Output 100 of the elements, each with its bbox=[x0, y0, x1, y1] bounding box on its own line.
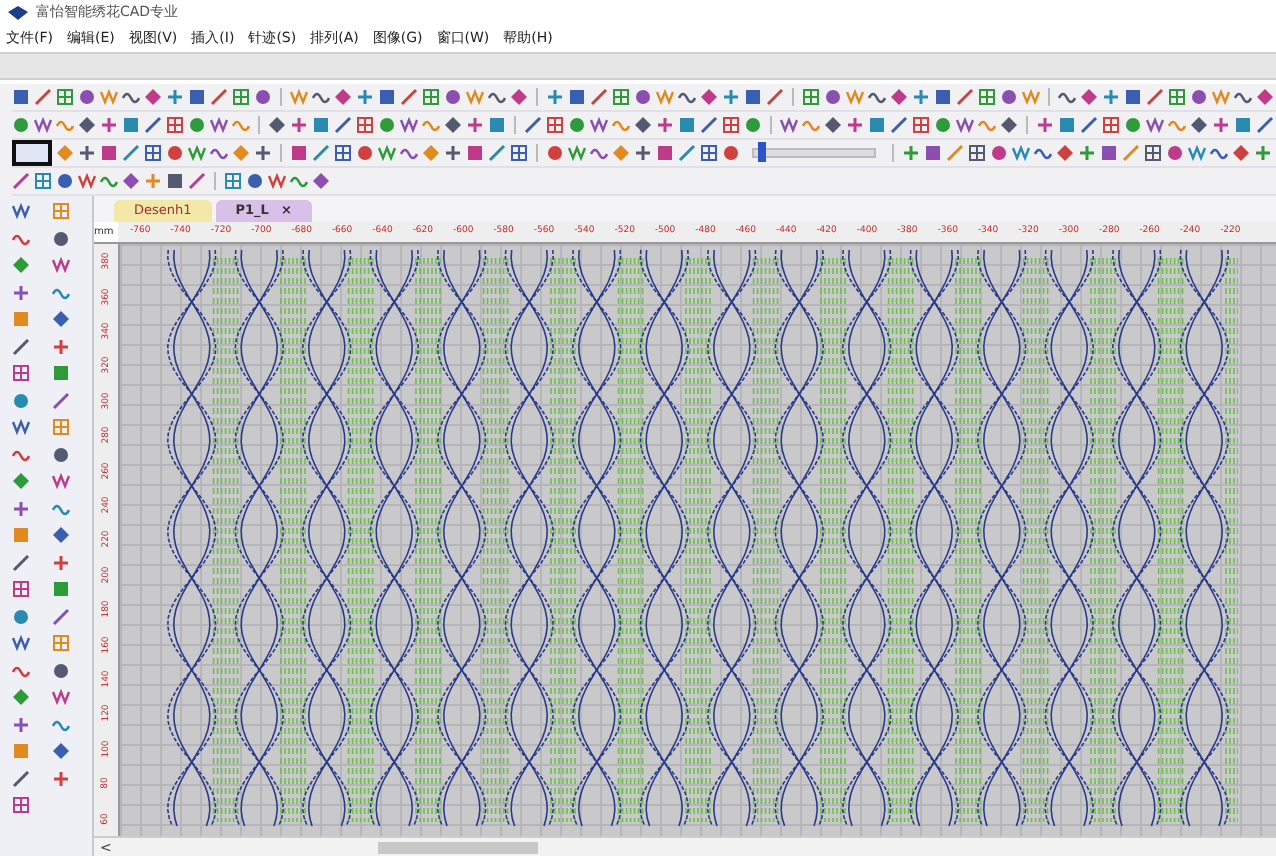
square-icon[interactable] bbox=[488, 116, 506, 134]
grid-icon[interactable] bbox=[166, 116, 184, 134]
wave-icon[interactable] bbox=[51, 283, 69, 301]
line-icon[interactable] bbox=[488, 144, 506, 162]
wave-icon[interactable] bbox=[100, 172, 118, 190]
cross-icon[interactable] bbox=[444, 144, 462, 162]
cross-icon[interactable] bbox=[1078, 144, 1096, 162]
circle-icon[interactable] bbox=[1124, 116, 1142, 134]
zigzag-icon[interactable] bbox=[34, 116, 52, 134]
grid-icon[interactable] bbox=[11, 796, 29, 814]
cross-icon[interactable] bbox=[1254, 144, 1272, 162]
square-icon[interactable] bbox=[1234, 116, 1252, 134]
square-icon[interactable] bbox=[934, 88, 952, 106]
grid-icon[interactable] bbox=[224, 172, 242, 190]
zigzag-icon[interactable] bbox=[51, 256, 69, 274]
square-icon[interactable] bbox=[678, 116, 696, 134]
circle-icon[interactable] bbox=[11, 607, 29, 625]
circle-icon[interactable] bbox=[188, 116, 206, 134]
cross-icon[interactable] bbox=[11, 283, 29, 301]
line-icon[interactable] bbox=[11, 553, 29, 571]
line-icon[interactable] bbox=[122, 144, 140, 162]
diamond-icon[interactable] bbox=[1056, 144, 1074, 162]
zigzag-icon[interactable] bbox=[1022, 88, 1040, 106]
cross-icon[interactable] bbox=[722, 88, 740, 106]
zigzag-icon[interactable] bbox=[78, 172, 96, 190]
cross-icon[interactable] bbox=[356, 88, 374, 106]
diamond-icon[interactable] bbox=[510, 88, 528, 106]
line-icon[interactable] bbox=[766, 88, 784, 106]
diamond-icon[interactable] bbox=[312, 172, 330, 190]
slider-thumb[interactable] bbox=[758, 142, 767, 162]
grid-icon[interactable] bbox=[56, 88, 74, 106]
wave-icon[interactable] bbox=[1034, 144, 1052, 162]
grid-icon[interactable] bbox=[34, 172, 52, 190]
grid-icon[interactable] bbox=[144, 144, 162, 162]
square-icon[interactable] bbox=[51, 580, 69, 598]
square-icon[interactable] bbox=[290, 144, 308, 162]
circle-icon[interactable] bbox=[546, 144, 564, 162]
zigzag-icon[interactable] bbox=[11, 634, 29, 652]
diamond-icon[interactable] bbox=[890, 88, 908, 106]
square-icon[interactable] bbox=[378, 88, 396, 106]
grid-icon[interactable] bbox=[334, 144, 352, 162]
cross-icon[interactable] bbox=[11, 715, 29, 733]
zigzag-icon[interactable] bbox=[51, 688, 69, 706]
cross-icon[interactable] bbox=[1212, 116, 1230, 134]
diamond-icon[interactable] bbox=[51, 526, 69, 544]
grid-icon[interactable] bbox=[612, 88, 630, 106]
square-icon[interactable] bbox=[312, 116, 330, 134]
line-icon[interactable] bbox=[524, 116, 542, 134]
circle-icon[interactable] bbox=[78, 88, 96, 106]
circle-icon[interactable] bbox=[51, 661, 69, 679]
cross-icon[interactable] bbox=[100, 116, 118, 134]
cross-icon[interactable] bbox=[546, 88, 564, 106]
square-icon[interactable] bbox=[1100, 144, 1118, 162]
square-icon[interactable] bbox=[868, 116, 886, 134]
grid-icon[interactable] bbox=[978, 88, 996, 106]
line-icon[interactable] bbox=[678, 144, 696, 162]
line-icon[interactable] bbox=[700, 116, 718, 134]
circle-icon[interactable] bbox=[356, 144, 374, 162]
cross-icon[interactable] bbox=[466, 116, 484, 134]
zigzag-icon[interactable] bbox=[780, 116, 798, 134]
wave-icon[interactable] bbox=[11, 229, 29, 247]
zigzag-icon[interactable] bbox=[956, 116, 974, 134]
diamond-icon[interactable] bbox=[1232, 144, 1250, 162]
diamond-icon[interactable] bbox=[824, 116, 842, 134]
square-icon[interactable] bbox=[166, 172, 184, 190]
grid-icon[interactable] bbox=[968, 144, 986, 162]
diamond-icon[interactable] bbox=[51, 310, 69, 328]
color-swatch[interactable] bbox=[12, 140, 52, 166]
line-icon[interactable] bbox=[956, 88, 974, 106]
grid-icon[interactable] bbox=[722, 116, 740, 134]
cross-icon[interactable] bbox=[166, 88, 184, 106]
diamond-icon[interactable] bbox=[334, 88, 352, 106]
diamond-icon[interactable] bbox=[51, 742, 69, 760]
cross-icon[interactable] bbox=[1036, 116, 1054, 134]
line-icon[interactable] bbox=[144, 116, 162, 134]
square-icon[interactable] bbox=[656, 144, 674, 162]
grid-icon[interactable] bbox=[1144, 144, 1162, 162]
line-icon[interactable] bbox=[890, 116, 908, 134]
speed-slider[interactable] bbox=[752, 148, 876, 158]
circle-icon[interactable] bbox=[722, 144, 740, 162]
square-icon[interactable] bbox=[466, 144, 484, 162]
wave-icon[interactable] bbox=[1210, 144, 1228, 162]
cross-icon[interactable] bbox=[656, 116, 674, 134]
wave-icon[interactable] bbox=[1058, 88, 1076, 106]
square-icon[interactable] bbox=[924, 144, 942, 162]
cross-icon[interactable] bbox=[254, 144, 272, 162]
circle-icon[interactable] bbox=[246, 172, 264, 190]
square-icon[interactable] bbox=[744, 88, 762, 106]
circle-icon[interactable] bbox=[934, 116, 952, 134]
zigzag-icon[interactable] bbox=[51, 472, 69, 490]
line-icon[interactable] bbox=[590, 88, 608, 106]
wave-icon[interactable] bbox=[290, 172, 308, 190]
diamond-icon[interactable] bbox=[1256, 88, 1274, 106]
line-icon[interactable] bbox=[210, 88, 228, 106]
grid-icon[interactable] bbox=[11, 580, 29, 598]
wave-icon[interactable] bbox=[51, 715, 69, 733]
line-icon[interactable] bbox=[11, 769, 29, 787]
cross-icon[interactable] bbox=[1102, 88, 1120, 106]
cross-icon[interactable] bbox=[912, 88, 930, 106]
cross-icon[interactable] bbox=[78, 144, 96, 162]
